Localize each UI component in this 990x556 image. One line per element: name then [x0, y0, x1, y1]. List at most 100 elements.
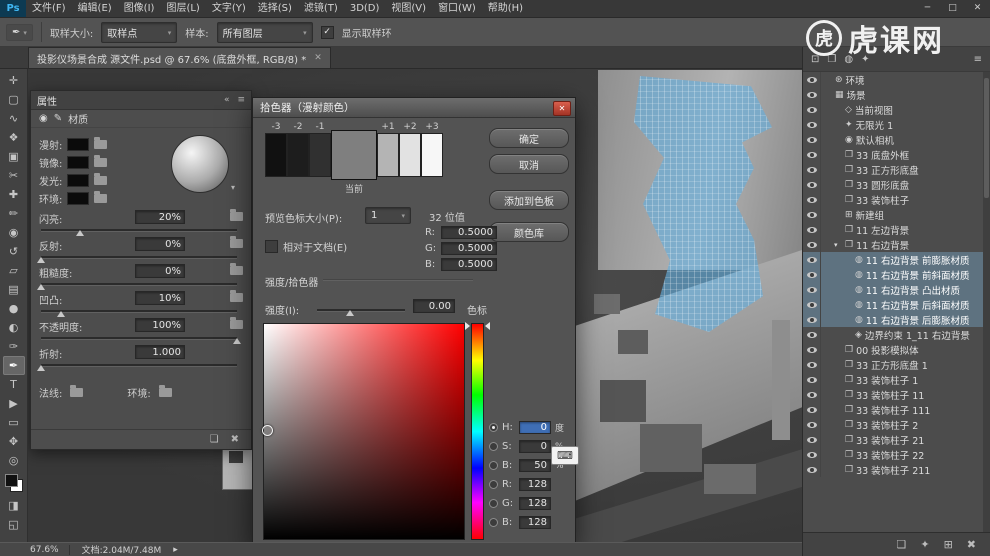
foreground-background-swatches[interactable] [4, 473, 24, 493]
zoom-tool[interactable]: ◎ [3, 451, 25, 470]
slider-value-field[interactable]: 0% [135, 264, 185, 278]
scene-row[interactable]: ❒ 11 右边背景 [803, 237, 983, 252]
clone-stamp-tool[interactable]: ◉ [3, 223, 25, 242]
visibility-toggle[interactable] [803, 252, 821, 267]
close-button[interactable]: ✕ [965, 0, 990, 17]
healing-brush-tool[interactable]: ✚ [3, 185, 25, 204]
channel-value-field[interactable]: 0.5000 [441, 241, 497, 255]
channel-radio[interactable] [489, 461, 498, 470]
visibility-toggle[interactable] [803, 357, 821, 372]
visibility-toggle[interactable] [803, 297, 821, 312]
scene-row[interactable]: ❒ 33 装饰柱子 1 [803, 372, 983, 387]
texture-folder-icon[interactable] [94, 172, 108, 185]
stop-swatch[interactable] [265, 133, 287, 177]
scene-row[interactable]: ◈ 边界约束 1_11 右边背景 [803, 327, 983, 342]
edit-icon[interactable]: ✎ [54, 113, 62, 124]
scene-row[interactable]: ❒ 33 装饰柱子 [803, 192, 983, 207]
status-menu-arrow-icon[interactable]: ▸ [173, 545, 178, 555]
stop-swatch[interactable] [309, 133, 331, 177]
visibility-toggle[interactable] [803, 312, 821, 327]
slider-thumb[interactable] [37, 365, 45, 371]
texture-color-swatch[interactable] [67, 191, 90, 205]
hand-tool[interactable]: ✥ [3, 432, 25, 451]
history-brush-tool[interactable]: ↺ [3, 242, 25, 261]
visibility-toggle[interactable] [803, 372, 821, 387]
visibility-toggle[interactable] [803, 417, 821, 432]
show-sampling-ring-checkbox[interactable] [320, 25, 334, 39]
slider-track[interactable] [37, 283, 237, 290]
scene-row[interactable]: ◉ 默认相机 [803, 132, 983, 147]
texture-folder-icon[interactable] [230, 317, 243, 329]
stop-swatch[interactable] [399, 133, 421, 177]
eyedropper-tool[interactable]: ✒ [2, 356, 25, 375]
visibility-toggle[interactable] [803, 207, 821, 222]
scene-row[interactable]: ◍ 11 右边背景 后斜面材质 [803, 297, 983, 312]
collapse-panel-icon[interactable]: « [224, 95, 230, 105]
color-field[interactable] [262, 323, 465, 540]
slider-value-field[interactable]: 20% [135, 210, 185, 224]
dodge-tool[interactable]: ◐ [3, 318, 25, 337]
slider-track[interactable] [41, 229, 237, 236]
ok-button[interactable]: 确定 [489, 128, 569, 148]
scene-row[interactable]: ◇ 当前视图 [803, 102, 983, 117]
channel-value-field[interactable]: 128 [519, 516, 551, 529]
scene-row[interactable]: ◍ 11 右边背景 凸出材质 [803, 282, 983, 297]
channel-value-field[interactable]: 0 [519, 421, 551, 434]
tool-preset-picker[interactable]: ✒ [6, 23, 33, 41]
scene-row[interactable]: ❒ 33 装饰柱子 211 [803, 462, 983, 477]
visibility-toggle[interactable] [803, 72, 821, 87]
hue-marker-right[interactable] [485, 322, 490, 330]
sample-dropdown[interactable]: 所有图层 [216, 21, 313, 43]
texture-color-swatch[interactable] [67, 155, 90, 169]
visibility-toggle[interactable] [803, 327, 821, 342]
visibility-toggle[interactable] [803, 132, 821, 147]
slider-value-field[interactable]: 10% [135, 291, 185, 305]
menu-item[interactable]: 文字(Y) [206, 0, 252, 17]
channel-value-field[interactable]: 0.5000 [441, 225, 497, 239]
path-selection-tool[interactable]: ▶ [3, 394, 25, 413]
intensity-value-field[interactable]: 0.00 [413, 299, 455, 313]
blur-tool[interactable]: ● [3, 299, 25, 318]
grid-icon[interactable]: ❏ [210, 434, 219, 445]
relative-to-document-checkbox[interactable] [265, 240, 278, 253]
dialog-title-bar[interactable]: 拾色器（漫射颜色） [253, 98, 575, 118]
scene-row[interactable]: ❒ 33 装饰柱子 111 [803, 402, 983, 417]
render-settings-icon[interactable]: ❏ [896, 538, 906, 551]
visibility-toggle[interactable] [803, 102, 821, 117]
chevron-down-icon[interactable]: ▾ [231, 183, 235, 192]
foreground-color-swatch[interactable] [4, 474, 18, 487]
visibility-toggle[interactable] [803, 282, 821, 297]
scene-row[interactable]: ❒ 33 装饰柱子 21 [803, 432, 983, 447]
visibility-toggle[interactable] [803, 267, 821, 282]
scene-row[interactable]: ❒ 33 圆形底盘 [803, 177, 983, 192]
menu-item[interactable]: 选择(S) [252, 0, 298, 17]
menu-item[interactable]: 滤镜(T) [298, 0, 344, 17]
menu-item[interactable]: 文件(F) [26, 0, 72, 17]
visibility-toggle[interactable] [803, 162, 821, 177]
scene-row[interactable]: ◍ 11 右边背景 前膨胀材质 [803, 252, 983, 267]
scene-row[interactable]: ❒ 00 投影模拟体 [803, 342, 983, 357]
menu-item[interactable]: 3D(D) [344, 0, 386, 17]
type-tool[interactable]: T [3, 375, 25, 394]
crop-tool[interactable]: ▣ [3, 147, 25, 166]
visibility-toggle[interactable] [803, 192, 821, 207]
visibility-toggle[interactable] [803, 447, 821, 462]
material-preview-sphere[interactable] [171, 135, 229, 193]
cancel-button[interactable]: 取消 [489, 154, 569, 174]
channel-radio[interactable] [489, 518, 498, 527]
panel-menu-icon[interactable]: ≡ [974, 54, 982, 65]
sample-size-dropdown[interactable]: 取样点 [101, 21, 178, 43]
preview-size-dropdown[interactable]: 1 [365, 207, 411, 224]
texture-color-swatch[interactable] [67, 137, 90, 151]
slice-tool[interactable]: ✂ [3, 166, 25, 185]
add-to-swatches-button[interactable]: 添加到色板 [489, 190, 569, 210]
environment-map-folder-icon[interactable] [158, 385, 172, 397]
scene-row[interactable]: ⊛ 环境 [803, 72, 983, 87]
pen-tool[interactable]: ✑ [3, 337, 25, 356]
texture-folder-icon[interactable] [94, 154, 108, 167]
screen-mode-button[interactable]: ◱ [3, 515, 25, 534]
visibility-toggle[interactable] [803, 147, 821, 162]
panel-menu-icon[interactable]: ≡ [237, 95, 245, 105]
menu-item[interactable]: 图层(L) [160, 0, 205, 17]
scene-row[interactable]: ❒ 33 正方形底盘 [803, 162, 983, 177]
